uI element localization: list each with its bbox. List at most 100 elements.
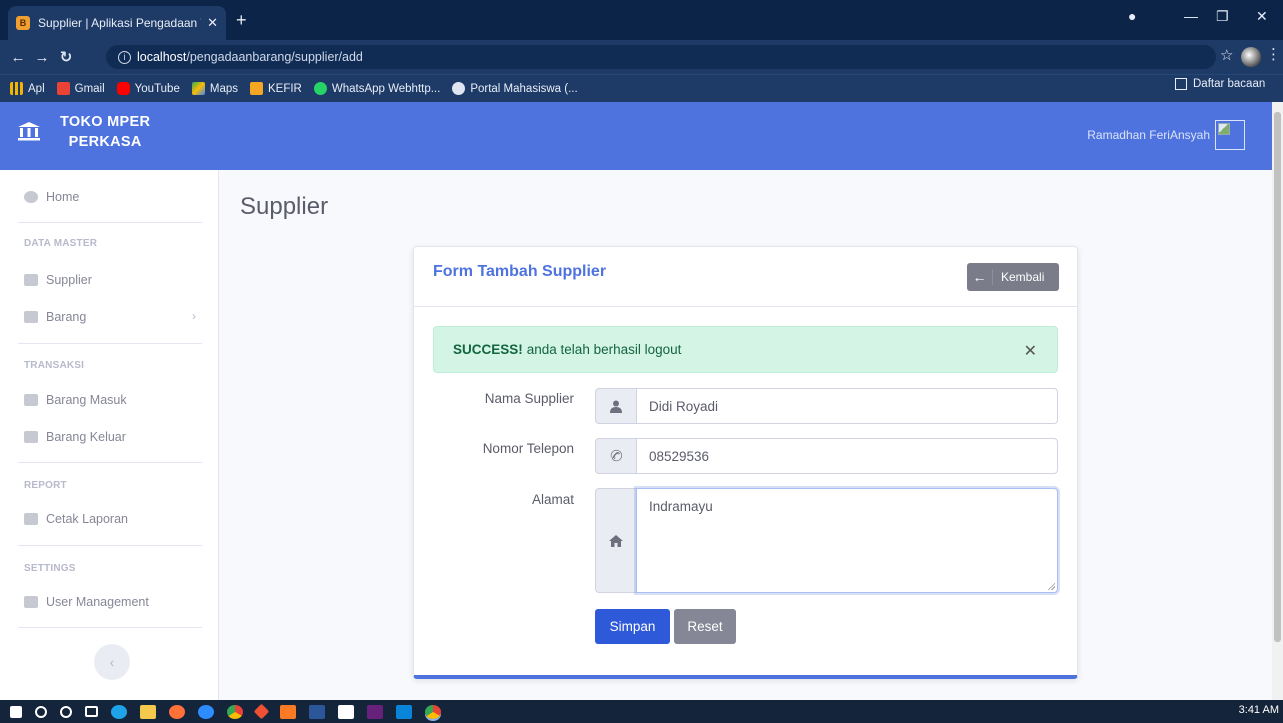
sidebar-heading-report: REPORT <box>24 480 67 491</box>
sidebar-item-cetak-laporan[interactable]: Cetak Laporan <box>24 512 128 526</box>
bookmark-maps[interactable]: Maps <box>191 82 238 95</box>
broken-image-icon <box>1218 123 1230 135</box>
minimize-icon[interactable]: — <box>1184 8 1198 24</box>
nomor-telepon-input[interactable]: 08529536 <box>636 438 1058 474</box>
new-tab-icon[interactable]: + <box>236 10 247 31</box>
brand-link[interactable]: TOKO MPER PERKASA <box>18 112 150 152</box>
user-icon <box>610 400 622 413</box>
xampp-icon[interactable] <box>280 704 296 719</box>
upload-icon <box>24 431 38 443</box>
reset-button[interactable]: Reset <box>674 609 736 644</box>
reload-icon[interactable]: ↻ <box>54 48 78 66</box>
bookmark-star-icon[interactable]: ☆ <box>1220 46 1233 64</box>
forward-arrow-icon[interactable]: → <box>30 49 54 66</box>
os-taskbar: 3:41 AM <box>0 700 1283 723</box>
alamat-value: Indramayu <box>649 499 713 514</box>
globe-icon <box>452 82 466 95</box>
reading-list-icon <box>1175 78 1187 90</box>
home-addon <box>595 488 637 593</box>
user-plus-icon <box>24 596 38 608</box>
bookmark-portal-mahasiswa[interactable]: Portal Mahasiswa (... <box>452 82 578 95</box>
sidebar: Home DATA MASTER Supplier Barang › TRANS… <box>0 170 219 700</box>
phone-icon: ✆ <box>607 446 625 467</box>
page-title: Supplier <box>240 193 329 220</box>
user-name[interactable]: Ramadhan FeriAnsyah <box>1087 128 1210 142</box>
word-icon[interactable] <box>309 704 325 719</box>
firefox-icon[interactable] <box>169 704 185 719</box>
profile-avatar-icon[interactable] <box>1241 47 1261 67</box>
browser-tabstrip: B Supplier | Aplikasi Pengadaan Tra ✕ + … <box>0 0 1283 40</box>
sidebar-heading-master: DATA MASTER <box>24 238 98 249</box>
sidebar-item-barang[interactable]: Barang <box>24 310 86 324</box>
windows-start-icon[interactable] <box>10 705 22 718</box>
arrow-left-icon: ← <box>967 269 993 285</box>
tab-title: Supplier | Aplikasi Pengadaan Tra <box>38 16 202 30</box>
back-button[interactable]: ← Kembali <box>967 263 1059 291</box>
users-icon <box>24 274 38 286</box>
user-addon <box>595 388 637 424</box>
bookmark-gmail[interactable]: Gmail <box>56 82 105 95</box>
sidebar-divider <box>18 343 202 344</box>
app-header: TOKO MPER PERKASA Ramadhan FeriAnsyah <box>0 102 1272 170</box>
zoom-icon[interactable] <box>198 704 214 719</box>
scrollbar-thumb[interactable] <box>1274 112 1281 642</box>
notepad-icon[interactable] <box>338 704 354 719</box>
window-close-icon[interactable]: ✕ <box>1256 8 1268 25</box>
whatsapp-icon <box>313 82 327 95</box>
search-icon[interactable] <box>35 705 47 718</box>
page-scrollbar[interactable] <box>1272 102 1283 700</box>
url-input[interactable]: i localhost /pengadaanbarang/supplier/ad… <box>106 45 1216 69</box>
nomor-telepon-label: Nomor Telepon <box>482 441 574 456</box>
save-button[interactable]: Simpan <box>595 609 670 644</box>
sidebar-item-barang-masuk[interactable]: Barang Masuk <box>24 393 127 407</box>
url-path: /pengadaanbarang/supplier/add <box>186 50 363 64</box>
chrome-icon[interactable] <box>227 704 243 719</box>
profile-dot-icon[interactable]: ● <box>1128 8 1136 24</box>
chevron-left-icon: ‹ <box>109 654 115 670</box>
gmail-icon <box>56 82 70 95</box>
menu-kebab-icon[interactable]: ⋮ <box>1266 45 1281 63</box>
bookmark-kefir[interactable]: KEFIR <box>249 82 302 95</box>
sidebar-item-barang-keluar[interactable]: Barang Keluar <box>24 430 126 444</box>
vscode-icon[interactable] <box>396 704 412 719</box>
sidebar-item-supplier[interactable]: Supplier <box>24 273 92 287</box>
user-avatar[interactable] <box>1215 120 1245 150</box>
sidebar-divider <box>18 627 202 628</box>
git-icon[interactable] <box>253 703 270 720</box>
success-alert: SUCCESS! anda telah berhasil logout ✕ <box>433 326 1058 373</box>
alert-close-icon[interactable]: ✕ <box>1024 341 1037 361</box>
task-view-icon[interactable] <box>85 706 98 717</box>
card-title: Form Tambah Supplier <box>433 263 607 280</box>
sidebar-item-user-management[interactable]: User Management <box>24 595 149 609</box>
form-card: Form Tambah Supplier ← Kembali SUCCESS! … <box>413 246 1078 679</box>
bookmark-apl[interactable]: Apl <box>10 82 45 95</box>
info-icon[interactable]: i <box>118 50 131 64</box>
sidebar-item-home[interactable]: Home <box>24 190 79 204</box>
cortana-icon[interactable] <box>60 705 72 718</box>
edge-icon[interactable] <box>111 704 127 719</box>
chevron-right-icon[interactable]: › <box>192 309 196 323</box>
nama-supplier-input[interactable]: Didi Royadi <box>636 388 1058 424</box>
back-arrow-icon[interactable]: ← <box>6 49 30 66</box>
brand-name: TOKO MPER PERKASA <box>60 114 151 150</box>
reading-list-button[interactable]: Daftar bacaan <box>1175 78 1265 90</box>
sidebar-toggle-button[interactable]: ‹ <box>94 644 130 680</box>
chrome-active-icon[interactable] <box>425 704 441 719</box>
print-icon <box>24 513 38 525</box>
resize-handle[interactable] <box>1047 582 1055 590</box>
home-icon <box>609 534 623 547</box>
alamat-textarea[interactable]: Indramayu <box>636 488 1058 593</box>
nama-supplier-label: Nama Supplier <box>484 391 574 406</box>
file-explorer-icon[interactable] <box>140 704 156 719</box>
bookmark-whatsapp[interactable]: WhatsApp Webhttp... <box>313 82 440 95</box>
sidebar-divider <box>18 545 202 546</box>
bookmark-youtube[interactable]: YouTube <box>116 82 180 95</box>
url-host: localhost <box>137 50 187 64</box>
tab-close-icon[interactable]: ✕ <box>207 15 218 31</box>
restore-icon[interactable]: ❐ <box>1216 8 1229 25</box>
clock[interactable]: 3:41 AM <box>1239 704 1279 716</box>
visual-studio-icon[interactable] <box>367 704 383 719</box>
browser-tab[interactable]: B Supplier | Aplikasi Pengadaan Tra ✕ <box>8 6 226 40</box>
site-favicon-icon: B <box>16 16 30 30</box>
folder-icon <box>24 311 38 323</box>
